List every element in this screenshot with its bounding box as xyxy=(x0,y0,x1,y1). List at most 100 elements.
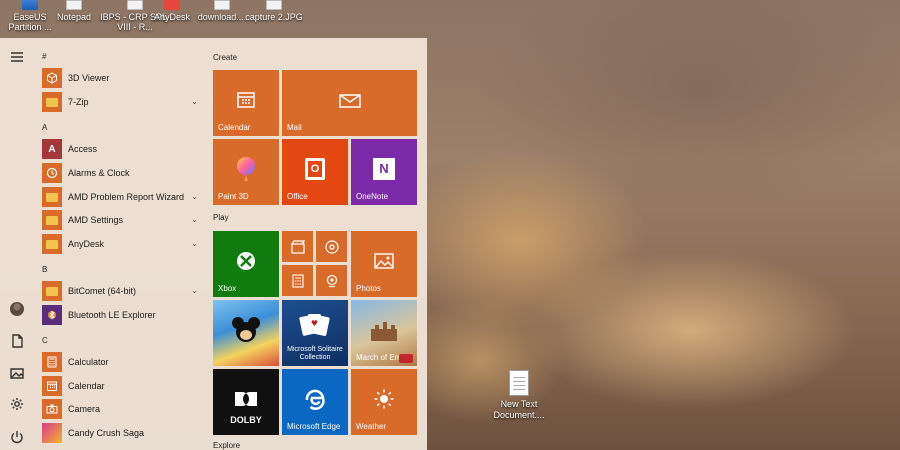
chevron-down-icon[interactable]: ⌄ xyxy=(191,239,198,248)
app-label: Calculator xyxy=(68,357,109,367)
tile-dolby[interactable]: DOLBY xyxy=(213,369,279,435)
document-icon xyxy=(12,334,23,348)
tile-mail[interactable]: Mail xyxy=(282,70,417,136)
office-icon: O xyxy=(305,157,325,180)
app-label: Alarms & Clock xyxy=(68,168,130,178)
power-button[interactable] xyxy=(6,426,28,448)
svg-text:♥: ♥ xyxy=(311,319,318,328)
folder-icon xyxy=(42,187,62,207)
app-label: Calendar xyxy=(68,381,105,391)
app-candy-crush-saga[interactable]: Candy Crush Saga xyxy=(42,422,204,444)
playing-cards-icon: ♥ xyxy=(299,312,331,338)
tile-webcam[interactable] xyxy=(316,265,347,296)
group-title-play[interactable]: Play xyxy=(213,213,229,222)
xbox-icon xyxy=(236,251,256,271)
tile-label: Calendar xyxy=(218,123,251,132)
folder-icon xyxy=(42,234,62,254)
app-anydesk[interactable]: AnyDesk ⌄ xyxy=(42,233,204,255)
app-calendar[interactable]: Calendar xyxy=(42,375,204,397)
calendar-icon xyxy=(42,376,62,396)
app-camera[interactable]: Camera xyxy=(42,398,204,420)
app-label: AnyDesk xyxy=(68,239,105,249)
castle-icon xyxy=(369,319,399,341)
letter-header-hash[interactable]: # xyxy=(42,52,46,61)
tile-label: Paint 3D xyxy=(218,192,249,201)
calculator-icon xyxy=(42,352,62,372)
tile-march-of-empires[interactable]: March of Em... xyxy=(351,300,417,366)
desktop-icon-label: Notepad xyxy=(56,12,92,22)
tile-movies-tv[interactable] xyxy=(282,231,313,262)
group-title-create[interactable]: Create xyxy=(213,53,237,62)
document-icon xyxy=(127,0,143,10)
hamburger-menu-button[interactable] xyxy=(6,46,28,68)
pictures-button[interactable] xyxy=(6,362,28,384)
tile-photos[interactable]: Photos xyxy=(351,231,417,297)
tile-label: Weather xyxy=(356,422,387,431)
tile-disney-magic-kingdoms[interactable] xyxy=(213,300,279,366)
app-access[interactable]: A Access xyxy=(42,138,204,160)
app-3d-viewer[interactable]: 3D Viewer xyxy=(42,67,204,89)
sun-icon xyxy=(373,388,395,410)
tile-label: Mail xyxy=(287,123,302,132)
tile-xbox[interactable]: Xbox xyxy=(213,231,279,297)
tile-groove-music[interactable] xyxy=(316,231,347,262)
desktop-icon-capture[interactable]: capture 2.JPG xyxy=(244,0,304,22)
chevron-down-icon[interactable]: ⌄ xyxy=(191,192,198,201)
app-amd-settings[interactable]: AMD Settings ⌄ xyxy=(42,209,204,231)
tile-paint-3d[interactable]: Paint 3D xyxy=(213,139,279,205)
tile-calculator[interactable] xyxy=(282,265,313,296)
tile-label: Xbox xyxy=(218,284,237,293)
settings-button[interactable] xyxy=(6,393,28,415)
app-amd-problem-report-wizard[interactable]: AMD Problem Report Wizard ⌄ xyxy=(42,186,204,208)
user-account-button[interactable] xyxy=(6,298,28,320)
tile-label: Microsoft Edge xyxy=(287,422,341,431)
folder-icon xyxy=(42,281,62,301)
tile-weather[interactable]: Weather xyxy=(351,369,417,435)
game-badge-icon xyxy=(399,354,413,363)
onenote-icon: N xyxy=(373,157,395,180)
tile-label: Microsoft Solitaire Collection xyxy=(287,346,343,361)
desktop-icon-label: download.... xyxy=(197,12,247,22)
letter-header-c[interactable]: C xyxy=(42,336,48,345)
mickey-mouse-icon xyxy=(231,316,261,344)
chevron-down-icon[interactable]: ⌄ xyxy=(191,286,198,295)
access-icon: A xyxy=(42,139,62,159)
desktop-icon-download[interactable]: download.... xyxy=(192,0,252,22)
chevron-down-icon[interactable]: ⌄ xyxy=(191,215,198,224)
app-label: AMD Problem Report Wizard xyxy=(68,192,185,202)
photos-icon xyxy=(374,252,394,269)
avatar-icon xyxy=(10,302,24,316)
tile-microsoft-edge[interactable]: Microsoft Edge xyxy=(282,369,348,435)
calculator-icon xyxy=(291,273,304,288)
documents-button[interactable] xyxy=(6,330,28,352)
app-label: 3D Viewer xyxy=(68,73,110,83)
app-label: AMD Settings xyxy=(68,215,124,225)
app-7-zip[interactable]: 7-Zip ⌄ xyxy=(42,91,204,113)
tile-onenote[interactable]: N OneNote xyxy=(351,139,417,205)
folder-icon xyxy=(42,210,62,230)
start-menu-rail xyxy=(0,38,34,450)
app-calculator[interactable]: Calculator xyxy=(42,351,204,373)
dolby-icon xyxy=(234,391,258,407)
desktop-icon-notepad[interactable]: Notepad xyxy=(44,0,104,22)
tile-microsoft-solitaire-collection[interactable]: ♥ Microsoft Solitaire Collection xyxy=(282,300,348,366)
desktop-icon-label: capture 2.JPG xyxy=(245,12,303,22)
clock-icon xyxy=(42,163,62,183)
image-file-icon xyxy=(214,0,230,10)
app-bitcomet[interactable]: BitComet (64-bit) ⌄ xyxy=(42,280,204,302)
app-bluetooth-le-explorer[interactable]: Bluetooth LE Explorer xyxy=(42,304,204,326)
disc-icon xyxy=(324,239,339,254)
letter-header-a[interactable]: A xyxy=(42,123,47,132)
tile-office[interactable]: O Office xyxy=(282,139,348,205)
chevron-down-icon[interactable]: ⌄ xyxy=(191,97,198,106)
bluetooth-explorer-icon xyxy=(42,305,62,325)
webcam-icon xyxy=(326,274,337,287)
text-file-icon xyxy=(509,370,529,396)
tile-label: Photos xyxy=(356,284,381,293)
start-menu: # 3D Viewer 7-Zip ⌄ A A Access Alarms & … xyxy=(0,38,427,450)
desktop-icon-new-text-document[interactable]: New Text Document.... xyxy=(488,370,550,421)
tile-calendar[interactable]: Calendar xyxy=(213,70,279,136)
group-title-explore[interactable]: Explore xyxy=(213,441,240,450)
letter-header-b[interactable]: B xyxy=(42,265,47,274)
app-alarms-clock[interactable]: Alarms & Clock xyxy=(42,162,204,184)
